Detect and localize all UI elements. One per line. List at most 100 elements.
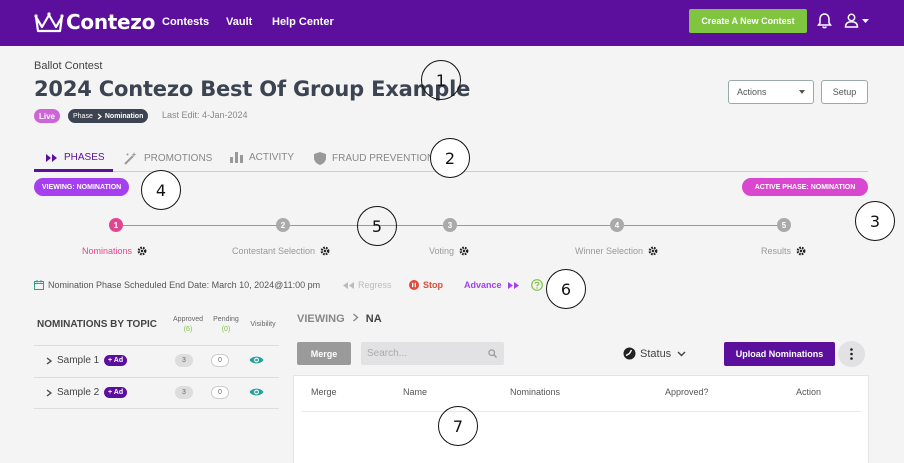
regress-button[interactable]: Regress bbox=[343, 280, 392, 290]
column-header-action[interactable]: Action bbox=[796, 387, 821, 397]
pending-count: 0 bbox=[211, 386, 229, 399]
active-tab-indicator bbox=[34, 169, 113, 172]
pause-circle-icon bbox=[409, 280, 419, 290]
header-divider bbox=[302, 411, 861, 412]
viewing-phase-pill[interactable]: VIEWING: NOMINATION bbox=[34, 178, 130, 196]
upload-nominations-button[interactable]: Upload Nominations bbox=[724, 342, 835, 366]
gear-icon[interactable] bbox=[796, 246, 806, 256]
nominations-table: Merge Name Nominations Approved? Action bbox=[293, 375, 869, 463]
topic-row[interactable]: Sample 2 + Ad 3 0 bbox=[34, 378, 279, 408]
more-options-button[interactable] bbox=[838, 341, 865, 367]
eye-icon[interactable] bbox=[249, 387, 264, 397]
step-2-dot[interactable]: 2 bbox=[276, 218, 290, 232]
step-label-contestant-selection[interactable]: Contestant Selection bbox=[232, 246, 330, 256]
add-ad-badge[interactable]: + Ad bbox=[104, 387, 128, 398]
viewing-label: VIEWING bbox=[297, 313, 345, 325]
create-contest-button[interactable]: Create A New Contest bbox=[689, 9, 807, 33]
search-input[interactable]: Search... bbox=[361, 342, 504, 365]
schedule-info: Nomination Phase Scheduled End Date: Mar… bbox=[34, 280, 320, 290]
step-1-dot[interactable]: 1 bbox=[109, 218, 123, 232]
active-phase-pill[interactable]: ACTIVE PHASE: NOMINATION bbox=[742, 178, 868, 196]
caret-down-icon bbox=[799, 90, 805, 94]
status-gauge-icon bbox=[623, 347, 636, 360]
step-label-text: Contestant Selection bbox=[232, 246, 316, 256]
stop-button[interactable]: Stop bbox=[409, 280, 443, 290]
pending-count: 0 bbox=[211, 354, 229, 367]
setup-button[interactable]: Setup bbox=[821, 80, 868, 104]
viewing-breadcrumb: VIEWING NA bbox=[297, 313, 382, 325]
actions-label: Actions bbox=[737, 87, 767, 97]
status-filter-dropdown[interactable]: Status bbox=[623, 347, 690, 360]
topic-row[interactable]: Sample 1 + Ad 3 0 bbox=[34, 346, 279, 376]
column-header-name[interactable]: Name bbox=[403, 387, 427, 397]
tab-promotions[interactable]: PROMOTIONS bbox=[124, 152, 212, 165]
nav-contests[interactable]: Contests bbox=[162, 16, 209, 28]
chevron-right-icon bbox=[352, 313, 359, 322]
regress-label: Regress bbox=[358, 280, 392, 290]
rewind-icon bbox=[343, 281, 354, 289]
callout-7: 7 bbox=[438, 406, 478, 446]
step-label-voting[interactable]: Voting bbox=[429, 246, 469, 256]
tab-phases[interactable]: PHASES bbox=[46, 152, 105, 163]
callout-2: 2 bbox=[430, 138, 470, 178]
stop-label: Stop bbox=[423, 280, 443, 290]
step-4-dot[interactable]: 4 bbox=[610, 218, 624, 232]
merge-button[interactable]: Merge bbox=[297, 342, 351, 365]
column-header-merge[interactable]: Merge bbox=[311, 387, 337, 397]
topic-name[interactable]: Sample 2 bbox=[57, 387, 99, 398]
schedule-text: Nomination Phase Scheduled End Date: Mar… bbox=[48, 280, 321, 290]
step-label-nominations[interactable]: Nominations bbox=[82, 246, 147, 256]
column-header-nominations[interactable]: Nominations bbox=[510, 387, 560, 397]
add-ad-badge[interactable]: + Ad bbox=[104, 355, 128, 366]
more-vertical-icon bbox=[850, 348, 853, 360]
bar-chart-icon bbox=[230, 152, 243, 163]
logo[interactable]: Contezo bbox=[34, 10, 155, 34]
logo-text: Contezo bbox=[66, 10, 156, 34]
eye-icon[interactable] bbox=[249, 355, 264, 365]
chevron-right-icon[interactable] bbox=[46, 357, 52, 365]
caret-down-icon bbox=[862, 18, 869, 23]
approved-header-count: (6) bbox=[183, 326, 193, 333]
actions-dropdown[interactable]: Actions bbox=[728, 80, 814, 104]
gear-icon[interactable] bbox=[320, 246, 330, 256]
approved-count: 3 bbox=[175, 386, 193, 399]
calendar-icon bbox=[34, 280, 44, 290]
approved-header-label: Approved bbox=[173, 316, 203, 323]
step-connector bbox=[457, 225, 612, 226]
callout-3: 3 bbox=[855, 201, 895, 241]
tab-label: PHASES bbox=[64, 152, 105, 163]
tab-label: ACTIVITY bbox=[249, 152, 295, 163]
chevron-down-icon bbox=[677, 351, 686, 356]
approved-count: 3 bbox=[175, 354, 193, 367]
step-label-results[interactable]: Results bbox=[761, 246, 806, 256]
tab-activity[interactable]: ACTIVITY bbox=[230, 152, 294, 163]
bell-icon[interactable] bbox=[817, 13, 832, 29]
gear-icon[interactable] bbox=[459, 246, 469, 256]
crown-icon bbox=[34, 12, 64, 33]
user-icon bbox=[844, 13, 859, 28]
gear-icon[interactable] bbox=[648, 246, 658, 256]
topic-name[interactable]: Sample 1 bbox=[57, 355, 99, 366]
fast-forward-icon bbox=[507, 281, 519, 289]
gear-icon[interactable] bbox=[137, 246, 147, 256]
step-label-text: Nominations bbox=[82, 246, 133, 256]
step-5-dot[interactable]: 5 bbox=[777, 218, 791, 232]
viewing-value: NA bbox=[365, 313, 382, 325]
pending-column-header: Pending (0) bbox=[208, 315, 244, 335]
user-menu[interactable] bbox=[844, 13, 870, 28]
tab-fraud-prevention[interactable]: FRAUD PREVENTION bbox=[314, 152, 434, 165]
chevron-right-icon bbox=[97, 113, 102, 119]
help-icon[interactable] bbox=[531, 279, 543, 291]
shield-icon bbox=[314, 152, 326, 165]
step-3-dot[interactable]: 3 bbox=[443, 218, 457, 232]
step-label-winner-selection[interactable]: Winner Selection bbox=[575, 246, 658, 256]
chevron-right-icon[interactable] bbox=[46, 389, 52, 397]
column-header-approved[interactable]: Approved? bbox=[665, 387, 709, 397]
last-edit-text: Last Edit: 4-Jan-2024 bbox=[162, 110, 248, 120]
advance-button[interactable]: Advance bbox=[464, 280, 519, 290]
callout-6: 6 bbox=[546, 269, 586, 309]
nav-vault[interactable]: Vault bbox=[226, 16, 252, 28]
magic-wand-icon bbox=[124, 152, 137, 165]
approved-column-header: Approved (6) bbox=[170, 315, 206, 335]
nav-help-center[interactable]: Help Center bbox=[272, 16, 334, 28]
